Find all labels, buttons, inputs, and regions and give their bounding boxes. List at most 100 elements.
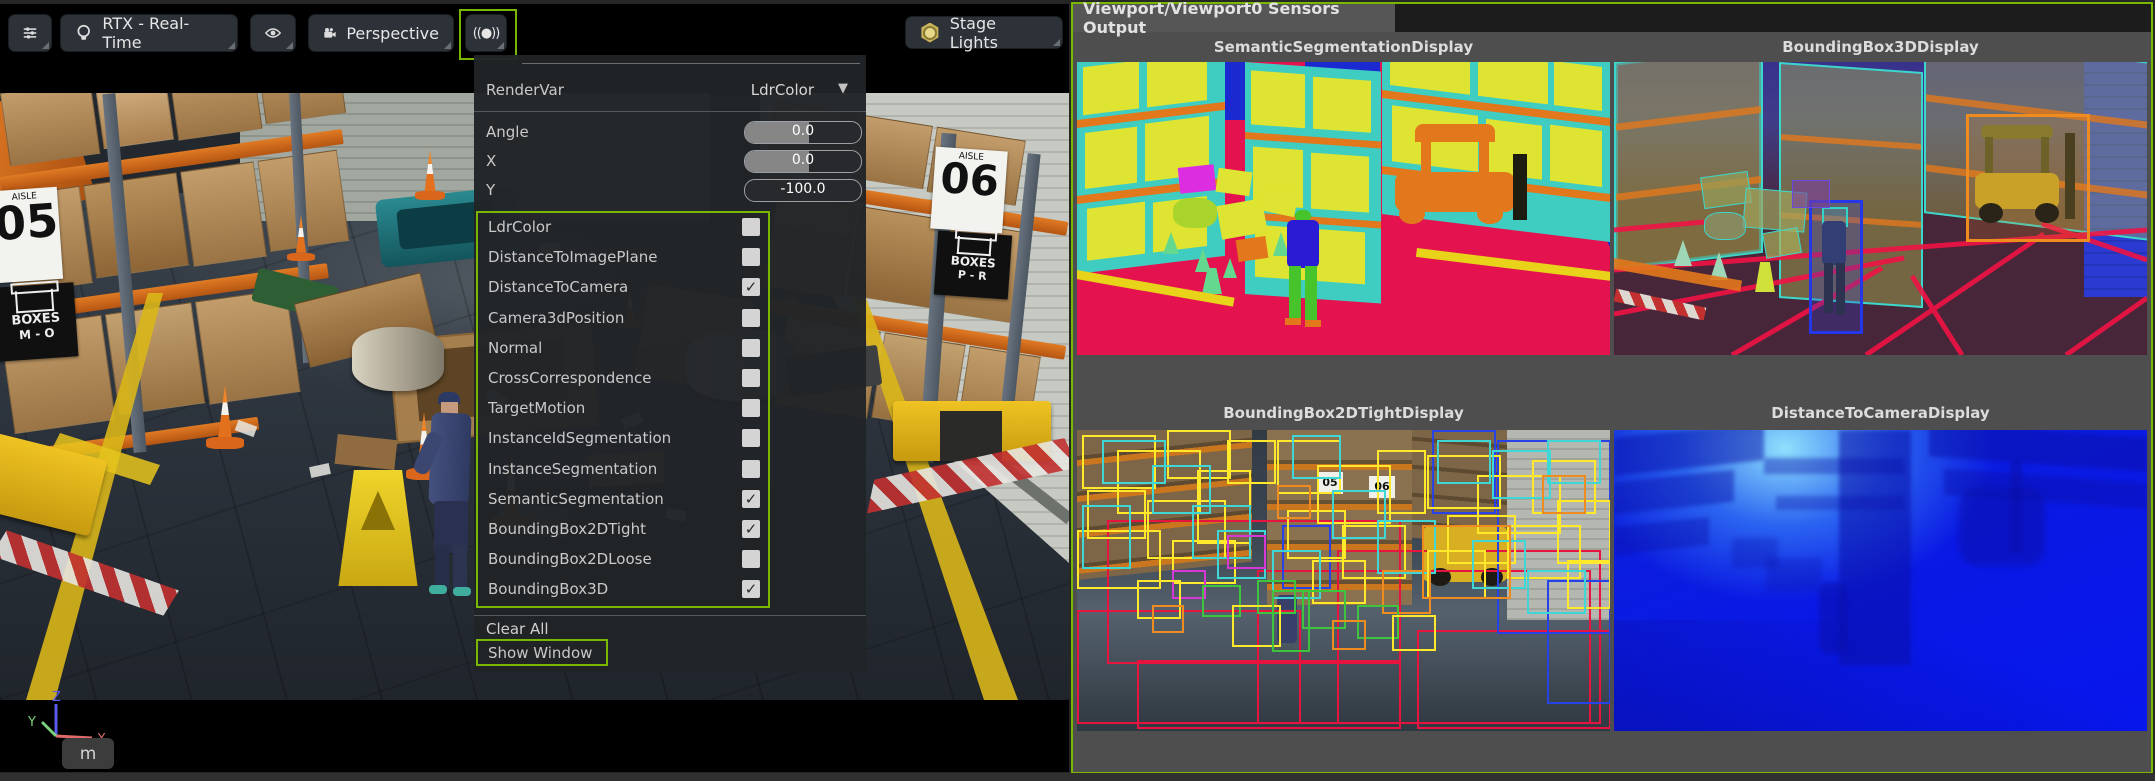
rendervar-row[interactable]: RenderVar LdrColor ▼ [474, 79, 866, 103]
sensor-dropdown-menu: RenderVar LdrColor ▼ Angle 0.0 X 0.0 Y -100.0… [474, 55, 866, 672]
field-label: Angle [486, 123, 529, 141]
field-row-x[interactable]: X 0.0 [474, 150, 866, 172]
sensor-button-highlight [459, 9, 517, 60]
option-checkbox[interactable] [742, 309, 760, 327]
option-checkbox[interactable] [742, 399, 760, 417]
option-checkbox[interactable] [742, 218, 760, 236]
field-slider[interactable]: 0.0 [744, 150, 862, 173]
menu-separator [522, 63, 860, 64]
option-label: InstanceSegmentation [488, 460, 657, 478]
field-slider[interactable]: 0.0 [744, 121, 862, 144]
renderer-button[interactable]: RTX - Real-Time [60, 14, 238, 52]
worker-shoe [453, 587, 471, 596]
option-checkbox[interactable]: ✓ [742, 580, 760, 598]
unit-button[interactable]: m [62, 738, 114, 769]
bbox2d-rect [1437, 440, 1491, 484]
bounding-box-3d-view [1614, 62, 2147, 355]
barrel [352, 327, 444, 391]
option-checkbox[interactable] [742, 248, 760, 266]
rendervar-label: RenderVar [486, 81, 564, 99]
option-label: BoundingBox3D [488, 580, 608, 598]
field-label: Y [486, 181, 495, 199]
sensor-option-BoundingBox2DTight[interactable]: BoundingBox2DTight ✓ [478, 515, 768, 545]
renderer-label: RTX - Real-Time [102, 14, 223, 52]
traffic-cone [206, 385, 244, 449]
camera-button[interactable]: Perspective [308, 14, 454, 52]
sensor-option-Normal[interactable]: Normal [478, 334, 768, 364]
bbox2d-rect [1422, 525, 1511, 599]
show-window-button[interactable]: Show Window [476, 639, 608, 666]
option-checkbox[interactable] [742, 460, 760, 478]
option-label: Camera3dPosition [488, 309, 624, 327]
option-checkbox[interactable] [742, 339, 760, 357]
lightbulb-icon [75, 24, 92, 42]
option-label: Normal [488, 339, 542, 357]
bbox2d-rect [1542, 475, 1586, 514]
sensor-option-InstanceSegmentation[interactable]: InstanceSegmentation [478, 455, 768, 485]
option-label: CrossCorrespondence [488, 369, 652, 387]
unit-label: m [80, 744, 97, 764]
sensors-output-panel: Viewport/Viewport0 Sensors Output Semant… [1071, 2, 2153, 774]
bbox2d-rect [1082, 505, 1131, 569]
bounding-box-2d-tight-view: 05 06 [1077, 430, 1610, 731]
bbox2d-rect [1227, 535, 1266, 569]
bbox2d-rect [1227, 440, 1276, 484]
option-checkbox[interactable]: ✓ [742, 520, 760, 538]
semantic-segmentation-view [1077, 62, 1610, 355]
option-checkbox[interactable] [742, 369, 760, 387]
option-checkbox[interactable] [742, 429, 760, 447]
bbox2d-rect [1277, 485, 1311, 519]
traffic-cone [287, 215, 315, 261]
sensor-option-CrossCorrespondence[interactable]: CrossCorrespondence [478, 364, 768, 394]
field-row-angle[interactable]: Angle 0.0 [474, 121, 866, 143]
sensor-option-BoundingBox2DLoose[interactable]: BoundingBox2DLoose [478, 545, 768, 575]
option-label: BoundingBox2DTight [488, 520, 646, 538]
camera-label: Perspective [346, 24, 439, 43]
sensor-option-list: LdrColor DistanceToImagePlane DistanceToCa… [476, 211, 770, 608]
sensors-output-tab[interactable]: Viewport/Viewport0 Sensors Output [1073, 4, 1395, 32]
bbox2d-rect [1527, 570, 1586, 614]
axis-y-label: Y [27, 715, 36, 730]
chevron-down-icon[interactable]: ▼ [838, 81, 848, 96]
field-slider[interactable]: -100.0 [744, 179, 862, 202]
option-checkbox[interactable]: ✓ [742, 490, 760, 508]
guard-notch [940, 411, 1002, 461]
bbox2d-rect [1332, 620, 1366, 650]
view-label-semantic: SemanticSegmentationDisplay [1077, 38, 1610, 56]
bbox2d-rect [1392, 615, 1436, 651]
field-label: X [486, 152, 496, 170]
sensor-option-SemanticSegmentation[interactable]: SemanticSegmentation ✓ [478, 485, 768, 515]
visibility-button[interactable] [250, 14, 296, 52]
sensor-option-DistanceToCamera[interactable]: DistanceToCamera✓ [478, 273, 768, 303]
worker-leg [435, 545, 449, 589]
tab-title: Viewport/Viewport0 Sensors Output [1083, 0, 1395, 37]
bbox2d-rect [1272, 590, 1310, 652]
menu-divider [474, 111, 866, 112]
bbox2d-rect [1292, 435, 1341, 479]
field-value: 0.0 [745, 123, 861, 139]
field-row-y[interactable]: Y -100.0 [474, 179, 866, 201]
option-label: SemanticSegmentation [488, 490, 664, 508]
sensor-option-Camera3dPosition[interactable]: Camera3dPosition [478, 304, 768, 334]
option-label: DistanceToImagePlane [488, 248, 658, 266]
option-checkbox[interactable] [742, 550, 760, 568]
distance-to-camera-view [1614, 430, 2147, 731]
option-label: BoundingBox2DLoose [488, 550, 652, 568]
worker-shoe [429, 585, 447, 594]
view-label-bbox3d: BoundingBox3DDisplay [1614, 38, 2147, 56]
clear-all-button[interactable]: Clear All [486, 620, 549, 638]
viewport-settings-button[interactable] [8, 14, 52, 52]
sensor-option-BoundingBox3D[interactable]: BoundingBox3D ✓ [478, 575, 768, 605]
menu-divider [474, 615, 866, 616]
stage-lights-button[interactable]: Stage Lights [905, 16, 1063, 49]
view-label-distance: DistanceToCameraDisplay [1614, 404, 2147, 422]
view-label-bbox2d: BoundingBox2DTightDisplay [1077, 404, 1610, 422]
rendervar-value[interactable]: LdrColor [751, 81, 814, 99]
sensor-option-TargetMotion[interactable]: TargetMotion [478, 394, 768, 424]
sensor-option-DistanceToImagePlane[interactable]: DistanceToImagePlane [478, 243, 768, 273]
bbox2d-rect [1137, 660, 1401, 729]
sensor-option-InstanceIdSegmentation[interactable]: InstanceIdSegmentation [478, 424, 768, 454]
option-checkbox[interactable]: ✓ [742, 278, 760, 296]
sensor-option-LdrColor[interactable]: LdrColor [478, 213, 768, 243]
option-label: LdrColor [488, 218, 551, 236]
